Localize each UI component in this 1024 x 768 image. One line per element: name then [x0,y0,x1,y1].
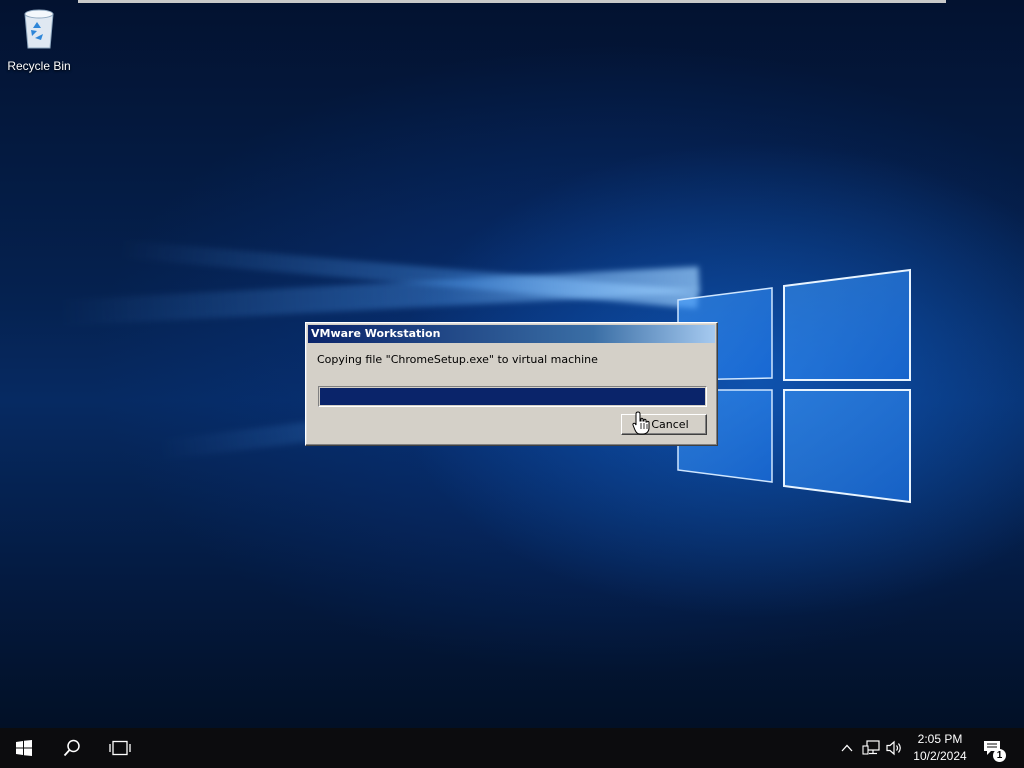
network-icon [862,740,880,755]
taskbar: 2:05 PM 10/2/2024 [0,728,1024,768]
copy-message: Copying file "ChromeSetup.exe" to virtua… [317,353,598,366]
desktop-icon-recycle-bin[interactable]: Recycle Bin [4,6,74,73]
search-button[interactable] [48,728,96,768]
recycle-bin-icon [24,9,54,49]
chevron-up-icon [841,744,853,752]
action-center-button[interactable] [980,728,1004,768]
desktop: Recycle Bin VMware Workstation Copying f… [0,0,1024,728]
vmware-copy-dialog: VMware Workstation Copying file "ChromeS… [305,322,718,446]
clock[interactable]: 2:05 PM 10/2/2024 [906,731,974,765]
volume-icon [886,740,901,756]
progress-fill [320,388,705,405]
window-top-edge [78,0,946,3]
copy-progress-bar [318,386,707,407]
dialog-titlebar[interactable]: VMware Workstation [308,325,715,343]
network-button[interactable] [860,728,882,768]
windows-start-icon [16,740,32,756]
clock-time: 2:05 PM [917,732,963,746]
task-view-icon [109,740,131,756]
task-view-button[interactable] [96,728,144,768]
hand-cursor-icon [632,411,650,435]
show-hidden-icons-button[interactable] [838,728,856,768]
search-icon [63,739,80,757]
volume-button[interactable] [884,728,906,768]
start-button[interactable] [0,728,48,768]
dialog-title: VMware Workstation [311,327,441,340]
clock-date: 10/2/2024 [913,749,967,763]
notification-count-badge: 1 [993,749,1006,762]
recycle-bin-label: Recycle Bin [7,59,71,73]
